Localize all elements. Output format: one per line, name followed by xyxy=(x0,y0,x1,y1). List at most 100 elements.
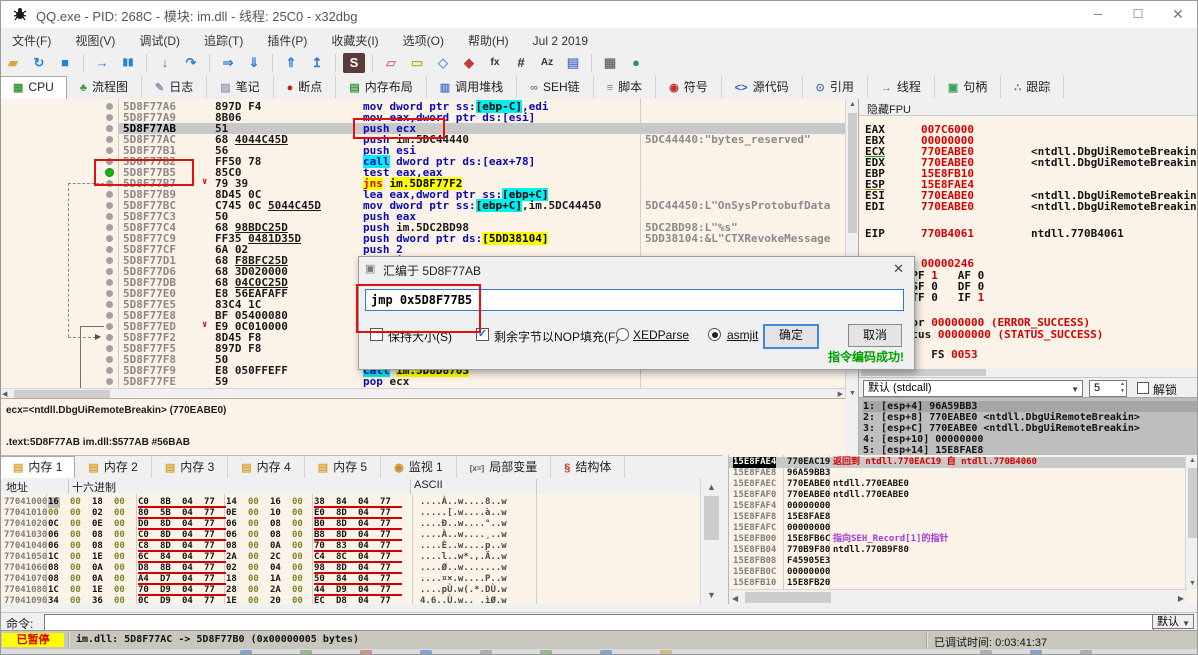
menu-item[interactable]: Jul 2 2019 xyxy=(521,30,600,53)
instruction-dot[interactable] xyxy=(106,301,113,308)
tab-脚本[interactable]: ≡ 脚本 xyxy=(594,76,657,98)
comment-icon[interactable]: ▭ xyxy=(406,53,428,73)
stack-row[interactable]: 15E8FAFC 00000000 xyxy=(729,523,1198,534)
argument-row[interactable]: 3: [esp+C] 770EABE0 <ntdll.DbgUiRemoteBr… xyxy=(863,423,1197,434)
scroll-right-arrow[interactable]: ▶ xyxy=(1178,594,1184,603)
stack-row[interactable]: 15E8FB10 15E8FB20 xyxy=(729,578,1198,589)
tab-内存 5[interactable]: ▤ 内存 5 xyxy=(305,456,382,478)
tab-结构体[interactable]: § 结构体 xyxy=(551,456,626,478)
minimize-button[interactable]: ─ xyxy=(1078,0,1118,28)
instruction-dot[interactable] xyxy=(106,367,113,374)
argument-row[interactable]: 1: [esp+4] 96A59BB3 xyxy=(863,401,1197,412)
instruction-dot[interactable] xyxy=(106,334,113,341)
dump-row[interactable]: 77041050 1C 00 1E 00 6C 84 04 77 2A 00 2C 00 C4 8C 04 77… xyxy=(0,552,700,563)
scroll-thumb[interactable] xyxy=(745,592,831,603)
run-icon[interactable]: → xyxy=(91,53,113,73)
stack-row[interactable]: 15E8FAE4 770EAC19 返回到 ntdll.770EAC19 自 ntd… xyxy=(729,457,1198,468)
arguments-panel[interactable]: 1: [esp+4] 96A59BB3 2: [esp+8] 770EABE0 <… xyxy=(859,397,1198,456)
patch-icon[interactable]: ▱ xyxy=(380,53,402,73)
scroll-thumb[interactable] xyxy=(848,113,857,233)
stack-pane[interactable]: 15E8FAE4 770EAC19 返回到 ntdll.770EAC19 自 ntd… xyxy=(728,455,1198,604)
tab-内存 3[interactable]: ▤ 内存 3 xyxy=(152,456,229,478)
stop-animation-icon[interactable]: S xyxy=(343,53,365,73)
stack-row[interactable]: 15E8FB04 770B9F80 ntdll.770B9F80 xyxy=(729,545,1198,556)
stack-row[interactable]: 15E8FAEC 770EABE0 ntdll.770EABE0 xyxy=(729,479,1198,490)
tab-句柄[interactable]: ▣ 句柄 xyxy=(935,76,1002,98)
open-file-icon[interactable]: ▰ xyxy=(2,53,24,73)
hide-fpu-label[interactable]: 隐藏FPU xyxy=(859,104,911,116)
instruction-dot[interactable] xyxy=(106,103,113,110)
run-to-user-code-icon[interactable]: ⇒ xyxy=(217,53,239,73)
dump-row[interactable]: 77041020 0C 00 0E 00 D0 8D 04 77 06 00 08 00 B0 8D 04 77… xyxy=(0,519,700,530)
menu-item[interactable]: 收藏夹(I) xyxy=(319,28,390,51)
command-profile-select[interactable]: 默认 ▼ xyxy=(1152,614,1194,629)
ok-button[interactable]: 确定 xyxy=(763,324,819,349)
menu-item[interactable]: 调试(D) xyxy=(127,28,192,51)
menu-item[interactable]: 插件(P) xyxy=(255,28,319,51)
dump-row[interactable]: 77041040 06 00 08 00 C8 8D 04 77 08 00 0A 00 70 83 04 77… xyxy=(0,541,700,552)
instruction-dot[interactable] xyxy=(106,257,113,264)
tab-内存 1[interactable]: ▤ 内存 1 xyxy=(0,456,76,480)
register-line[interactable]: EIP 770B4061 ntdll.770B4061 xyxy=(865,228,1124,239)
dump-row[interactable]: 77041030 06 00 08 00 C0 8D 04 77 06 00 08 00 B8 8D 04 77… xyxy=(0,530,700,541)
dump-row[interactable]: 77041000 16 00 18 00 C0 8B 04 77 14 00 16 00 38 84 04 77… xyxy=(0,497,700,508)
cancel-button[interactable]: 取消 xyxy=(848,324,902,347)
tab-流程图[interactable]: ♣ 流程图 xyxy=(67,76,142,98)
tab-局部变量[interactable]: [x=] 局部变量 xyxy=(457,456,552,478)
unlock-checkbox[interactable] xyxy=(1137,382,1149,394)
instruction-dot[interactable] xyxy=(106,147,113,154)
step-out-icon[interactable]: ⇓ xyxy=(243,53,265,73)
tab-符号[interactable]: ◉ 符号 xyxy=(656,76,722,98)
restart-icon[interactable]: ↻ xyxy=(28,53,50,73)
menu-item[interactable]: 选项(O) xyxy=(391,28,456,51)
calling-convention-select[interactable]: 默认 (stdcall) ▼ xyxy=(863,380,1083,397)
stop-icon[interactable]: ■ xyxy=(54,53,76,73)
stack-row[interactable]: 15E8FB08 F45905E3 xyxy=(729,556,1198,567)
scroll-thumb[interactable] xyxy=(1188,468,1197,538)
function-icon[interactable]: fx xyxy=(484,53,506,73)
dialog-close-icon[interactable]: ✕ xyxy=(893,261,904,277)
instruction-dot[interactable] xyxy=(106,213,113,220)
scroll-down-arrow[interactable]: ▼ xyxy=(701,590,722,600)
instruction-dot[interactable] xyxy=(106,290,113,297)
instruction-dot[interactable] xyxy=(106,378,113,385)
instruction-dot[interactable] xyxy=(106,279,113,286)
dump-vscrollbar[interactable]: ▲ ▼ xyxy=(700,478,722,604)
instruction-dot[interactable] xyxy=(106,136,113,143)
switch-thread-icon[interactable]: ↥ xyxy=(306,53,328,73)
tab-线程[interactable]: → 线程 xyxy=(868,76,935,98)
stack-row[interactable]: 15E8FAF4 00000000 xyxy=(729,501,1198,512)
tab-引用[interactable]: ⊙ 引用 xyxy=(803,76,868,98)
tab-内存 2[interactable]: ▤ 内存 2 xyxy=(75,456,152,478)
label-icon[interactable]: ◇ xyxy=(432,53,454,73)
asmjit-radio[interactable] xyxy=(708,328,721,341)
strings-icon[interactable]: Az xyxy=(536,53,558,73)
step-into-icon[interactable]: ↓ xyxy=(154,53,176,73)
instruction-dot[interactable] xyxy=(106,235,113,242)
instruction-dot[interactable] xyxy=(106,114,113,121)
dump-row[interactable]: 77041010 00 00 02 00 80 5B 04 77 0E 00 10 00 E0 8D 04 77… xyxy=(0,508,700,519)
call-sequence-icon[interactable]: ▤ xyxy=(562,53,584,73)
scroll-down-arrow[interactable]: ▼ xyxy=(1186,580,1198,587)
hash-icon[interactable]: # xyxy=(510,53,532,73)
scroll-left-arrow[interactable]: ◀ xyxy=(2,390,7,398)
tab-CPU[interactable]: ▦ CPU xyxy=(0,76,67,100)
scroll-up-arrow[interactable]: ▲ xyxy=(1186,457,1198,464)
argument-row[interactable]: 2: [esp+8] 770EABE0 <ntdll.DbgUiRemoteBr… xyxy=(863,412,1197,423)
stack-vscrollbar[interactable]: ▲ ▼ xyxy=(1185,455,1198,589)
close-button[interactable]: ✕ xyxy=(1158,0,1198,28)
tab-日志[interactable]: ✎ 日志 xyxy=(142,76,208,98)
memory-dump-pane[interactable]: 77041000 16 00 18 00 C0 8B 04 77 14 00 16 00 38 84 04 77… xyxy=(0,494,700,604)
maximize-button[interactable]: ☐ xyxy=(1118,0,1158,28)
menu-item[interactable]: 文件(F) xyxy=(0,28,63,51)
stack-row[interactable]: 15E8FAF0 770EABE0 ntdll.770EABE0 xyxy=(729,490,1198,501)
instruction-dot[interactable] xyxy=(106,345,113,352)
step-over-icon[interactable]: ↷ xyxy=(180,53,202,73)
dump-row[interactable]: 77041070 08 00 0A 00 A4 D7 04 77 18 00 1A 00 50 84 04 77… xyxy=(0,574,700,585)
instruction-dot[interactable] xyxy=(106,312,113,319)
scroll-left-arrow[interactable]: ◀ xyxy=(732,594,738,603)
dump-row[interactable]: 77041060 08 00 0A 00 D8 8B 04 77 02 00 04 00 98 8D 04 77… xyxy=(0,563,700,574)
tab-调用堆栈[interactable]: ▥ 调用堆栈 xyxy=(427,76,518,98)
menu-item[interactable]: 追踪(T) xyxy=(192,28,255,51)
instruction-dot[interactable] xyxy=(106,246,113,253)
